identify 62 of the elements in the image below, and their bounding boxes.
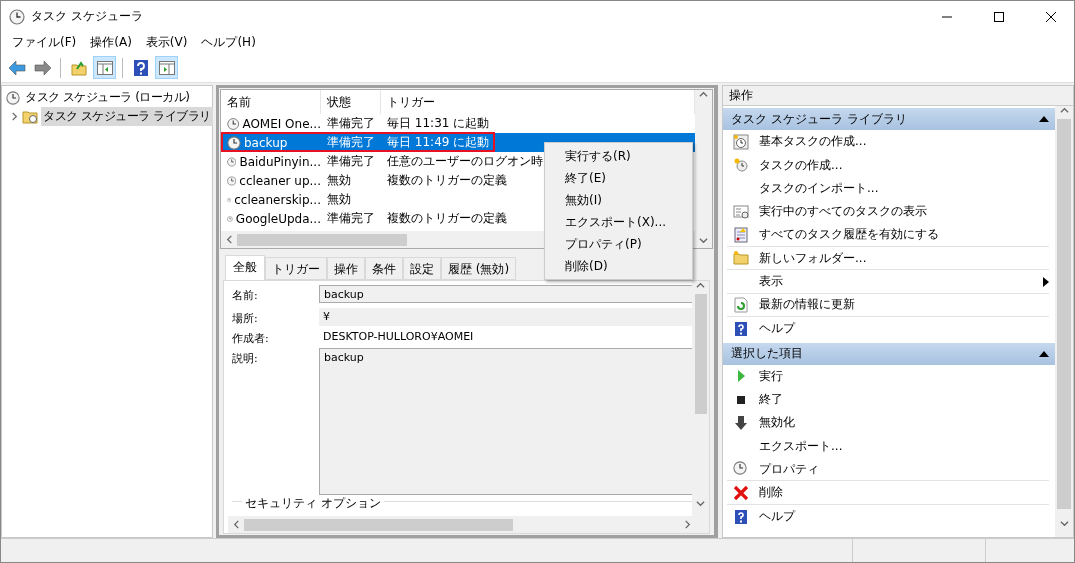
action-item[interactable]: 新しいフォルダー...: [727, 246, 1049, 271]
section-header[interactable]: タスク スケジューラ ライブラリ: [723, 108, 1055, 130]
task-row[interactable]: AOMEI One... 準備完了 毎日 11:31 に起動: [221, 114, 551, 133]
table-cell-text: 準備完了: [326, 115, 376, 132]
tab[interactable]: 条件: [365, 257, 403, 280]
task-name: BaiduPinyin...: [239, 154, 321, 169]
table-cell-text: 毎日 11:31 に起動: [386, 115, 491, 132]
tab[interactable]: 操作: [327, 257, 365, 280]
task-name: ccleaner up...: [239, 173, 321, 188]
table-cell-text: 任意のユーザーのログオン時: [386, 153, 544, 170]
menu-item[interactable]: 表示(V): [138, 34, 195, 51]
task-name: backup: [244, 135, 288, 150]
field-label: 場所:: [232, 311, 259, 326]
field-label: 作成者:: [232, 331, 270, 346]
action-item[interactable]: エクスポート...: [727, 434, 1049, 459]
tab[interactable]: トリガー: [265, 257, 327, 280]
action-item[interactable]: 最新の情報に更新: [727, 293, 1049, 318]
table-cell-text: 無効: [326, 191, 352, 208]
location-value: ¥: [319, 308, 692, 326]
action-item[interactable]: すべてのタスク履歴を有効にする: [727, 223, 1049, 247]
field-label: 名前:: [232, 288, 259, 303]
tab[interactable]: 全般: [225, 255, 265, 280]
table-cell-text: 準備完了: [326, 134, 376, 151]
action-item[interactable]: ヘルプ: [727, 317, 1049, 341]
action-item[interactable]: 無効化: [727, 411, 1049, 435]
section-header[interactable]: 選択した項目: [723, 342, 1055, 365]
column-header[interactable]: 状態: [321, 90, 381, 114]
action-item[interactable]: 基本タスクの作成...: [727, 130, 1049, 154]
table-cell-text: 毎日 11:49 に起動: [386, 134, 491, 151]
window-title: タスク スケジューラ: [31, 8, 144, 25]
tab[interactable]: 履歴 (無効): [441, 257, 517, 280]
action-item[interactable]: 終了: [727, 387, 1049, 412]
action-item[interactable]: 表示: [727, 270, 1049, 294]
tab[interactable]: 設定: [403, 257, 441, 280]
action-item[interactable]: プロパティ: [727, 458, 1049, 482]
table-cell-text: 無効: [326, 172, 352, 189]
action-item[interactable]: 削除: [727, 481, 1049, 505]
action-item[interactable]: タスクのインポート...: [727, 176, 1049, 201]
column-header[interactable]: 名前: [221, 90, 321, 114]
pane-title: 操作: [723, 86, 1073, 106]
task-name: ccleanerskip...: [234, 192, 321, 207]
menu-item[interactable]: 操作(A): [83, 34, 139, 51]
action-item[interactable]: タスクの作成...: [727, 153, 1049, 177]
context-menu-item[interactable]: 削除(D): [545, 255, 692, 277]
action-item[interactable]: ヘルプ: [727, 504, 1049, 529]
group-label: セキュリティ オプション: [242, 495, 384, 512]
tree-item[interactable]: タスク スケジューラ ライブラリ: [41, 107, 213, 126]
task-name: GoogleUpda...: [235, 211, 321, 226]
task-name: AOMEI One...: [242, 116, 321, 131]
name-field[interactable]: backup: [319, 285, 692, 303]
description-field[interactable]: backup: [319, 348, 692, 495]
table-cell-text: 準備完了: [326, 153, 376, 170]
menu-item[interactable]: ファイル(F): [5, 34, 84, 51]
action-item[interactable]: 実行: [727, 364, 1049, 388]
table-cell-text: 準備完了: [326, 210, 376, 227]
context-menu-item[interactable]: プロパティ(P): [545, 233, 692, 255]
menu-item[interactable]: ヘルプ(H): [194, 34, 263, 51]
field-label: 説明:: [232, 351, 259, 366]
table-cell-text: 複数のトリガーの定義: [386, 210, 508, 227]
table-cell-text: 複数のトリガーの定義: [386, 172, 508, 189]
tree-item[interactable]: タスク スケジューラ (ローカル): [23, 88, 192, 107]
action-item[interactable]: 実行中のすべてのタスクの表示: [727, 200, 1049, 224]
